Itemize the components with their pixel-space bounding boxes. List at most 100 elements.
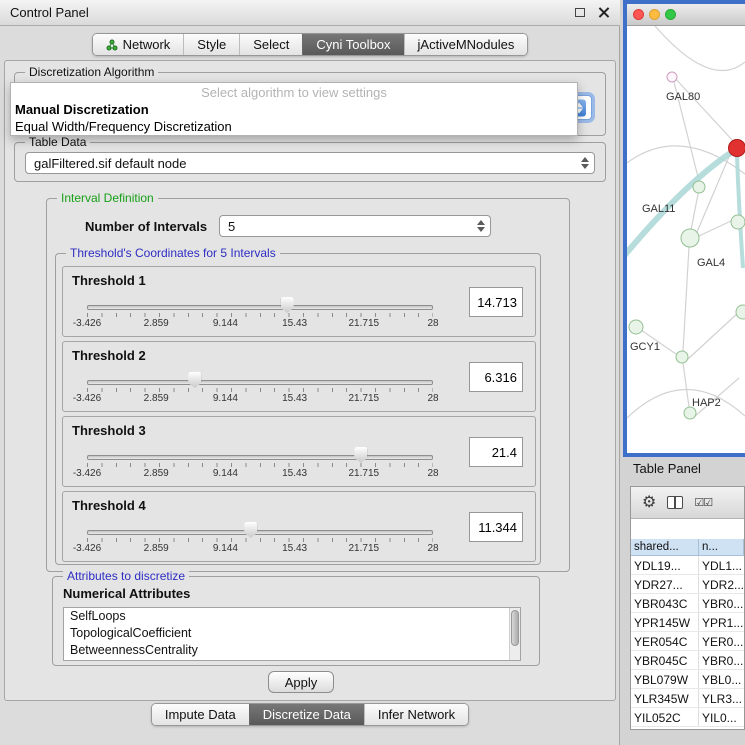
table-cell[interactable]: YPR145W [631,613,699,631]
network-node[interactable] [681,229,699,247]
bottom-tab-bar: Impute Data Discretize Data Infer Networ… [0,703,620,726]
table-cell[interactable]: YDL19... [631,556,699,574]
threshold-value-field[interactable] [469,437,523,467]
table-cell[interactable]: YDL1... [699,556,744,574]
network-node[interactable] [629,320,643,334]
combo-stepper-icon[interactable] [477,220,485,232]
column-layout-icon[interactable] [667,496,683,509]
table-cell[interactable]: YBR0... [699,594,744,612]
table-row[interactable]: YDR27...YDR2... [631,575,744,594]
slider-track[interactable] [87,455,433,460]
tab-label: jActiveMNodules [418,37,515,52]
tab-cyni-toolbox[interactable]: Cyni Toolbox [302,34,403,55]
table-row[interactable]: YBL079WYBL0... [631,670,744,689]
window-title: Control Panel [10,5,89,20]
settings-gear-icon[interactable]: ⚙ [642,495,656,511]
slider-track[interactable] [87,305,433,310]
slider-ticks [87,463,433,467]
network-node[interactable] [693,181,705,193]
network-node[interactable] [731,215,745,229]
column-header-name[interactable]: n... [699,539,744,555]
table-cell[interactable]: YBR0... [699,651,744,669]
node-label: GCY1 [630,341,660,353]
tab-style[interactable]: Style [183,34,239,55]
tab-jactivemnodules[interactable]: jActiveMNodules [404,34,528,55]
slider-tick-labels: -3.4262.8599.14415.4321.71528 [87,543,433,555]
column-header-shared-name[interactable]: shared... [631,539,699,555]
dropdown-option-manual-discretization[interactable]: Manual Discretization [11,101,577,118]
list-scrollbar[interactable] [509,608,520,660]
slider-track[interactable] [87,380,433,385]
table-cell[interactable]: YDR27... [631,575,699,593]
thresholds-coordinates-group: Threshold's Coordinates for 5 Intervals … [55,253,541,565]
slider-track[interactable] [87,530,433,535]
table-row[interactable]: YER054CYER0... [631,632,744,651]
close-traffic-light-icon[interactable] [633,9,644,20]
algorithm-dropdown-list: Select algorithm to view settings Manual… [10,82,578,136]
tab-impute-data[interactable]: Impute Data [152,704,249,725]
threshold-value-field[interactable] [469,362,523,392]
tab-network[interactable]: Network [93,34,184,55]
table-cell[interactable]: YER054C [631,632,699,650]
list-item[interactable]: TopologicalCoefficient [64,625,520,642]
network-node[interactable] [667,72,677,82]
table-row[interactable]: YIL052CYIL0... [631,708,744,727]
apply-button[interactable]: Apply [268,671,334,693]
table-cell[interactable]: YIL052C [631,708,699,726]
tab-infer-network[interactable]: Infer Network [364,704,468,725]
threshold-value-field[interactable] [469,287,523,317]
table-cell[interactable]: YBL079W [631,670,699,688]
table-row[interactable]: YBR043CYBR0... [631,594,744,613]
table-cell[interactable]: YIL0... [699,708,744,726]
network-window-titlebar[interactable] [627,4,745,26]
table-cell[interactable]: YER0... [699,632,744,650]
node-label: HAP2 [692,397,721,409]
slider-thumb[interactable] [244,522,257,538]
table-data-combobox[interactable]: galFiltered.sif default node [25,152,595,174]
table-row[interactable]: YBR045CYBR0... [631,651,744,670]
close-icon[interactable] [597,6,610,19]
table-cell[interactable]: YBR043C [631,594,699,612]
threshold-2-slider[interactable]: -3.4262.8599.14415.4321.71528 [87,376,433,410]
table-cell[interactable]: YLR3... [699,689,744,707]
combo-stepper-icon[interactable] [581,157,589,169]
slider-thumb[interactable] [281,297,294,313]
dropdown-option-equal-width[interactable]: Equal Width/Frequency Discretization [11,118,577,135]
threshold-3-panel: Threshold 3 -3.4262.8599.14415.4321.7152… [62,416,536,487]
tab-label: Infer Network [378,707,455,722]
table-cell[interactable]: YPR1... [699,613,744,631]
table-cell[interactable]: YBL0... [699,670,744,688]
list-item[interactable]: BetweennessCentrality [64,642,520,659]
threshold-1-slider[interactable]: -3.4262.8599.14415.4321.71528 [87,301,433,335]
network-canvas[interactable]: GAL80 GAL11 GAL4 GCY1 HAP2 [627,26,745,453]
tab-select[interactable]: Select [239,34,302,55]
slider-ticks [87,313,433,317]
zoom-traffic-light-icon[interactable] [665,9,676,20]
scrollbar-thumb[interactable] [511,610,519,646]
group-title: Attributes to discretize [63,569,189,584]
numerical-attributes-list[interactable]: SelfLoops TopologicalCoefficient Between… [63,607,521,661]
float-window-icon[interactable] [575,8,585,17]
number-of-intervals-combobox[interactable]: 5 [219,215,491,237]
table-cell[interactable]: YDR2... [699,575,744,593]
select-columns-icon[interactable]: ☑☑ [694,496,712,509]
slider-thumb[interactable] [188,372,201,388]
list-item[interactable]: SelfLoops [64,608,520,625]
table-cell[interactable]: YLR345W [631,689,699,707]
apply-button-label: Apply [285,675,318,690]
threshold-4-slider[interactable]: -3.4262.8599.14415.4321.71528 [87,526,433,560]
threshold-value-field[interactable] [469,512,523,542]
slider-thumb[interactable] [354,447,367,463]
network-node[interactable] [676,351,688,363]
table-cell[interactable]: YBR045C [631,651,699,669]
table-row[interactable]: YLR345WYLR3... [631,689,744,708]
network-node[interactable] [736,305,745,319]
threshold-3-slider[interactable]: -3.4262.8599.14415.4321.71528 [87,451,433,485]
selected-network-node[interactable] [729,140,745,157]
tab-discretize-data[interactable]: Discretize Data [249,704,364,725]
network-view-window: GAL80 GAL11 GAL4 GCY1 HAP2 [623,0,745,457]
minimize-traffic-light-icon[interactable] [649,9,660,20]
table-panel-window: ⚙ ☑☑ shared... n... YDL19...YDL1... YDR2… [630,486,745,730]
table-row[interactable]: YPR145WYPR1... [631,613,744,632]
table-row[interactable]: YDL19...YDL1... [631,556,744,575]
